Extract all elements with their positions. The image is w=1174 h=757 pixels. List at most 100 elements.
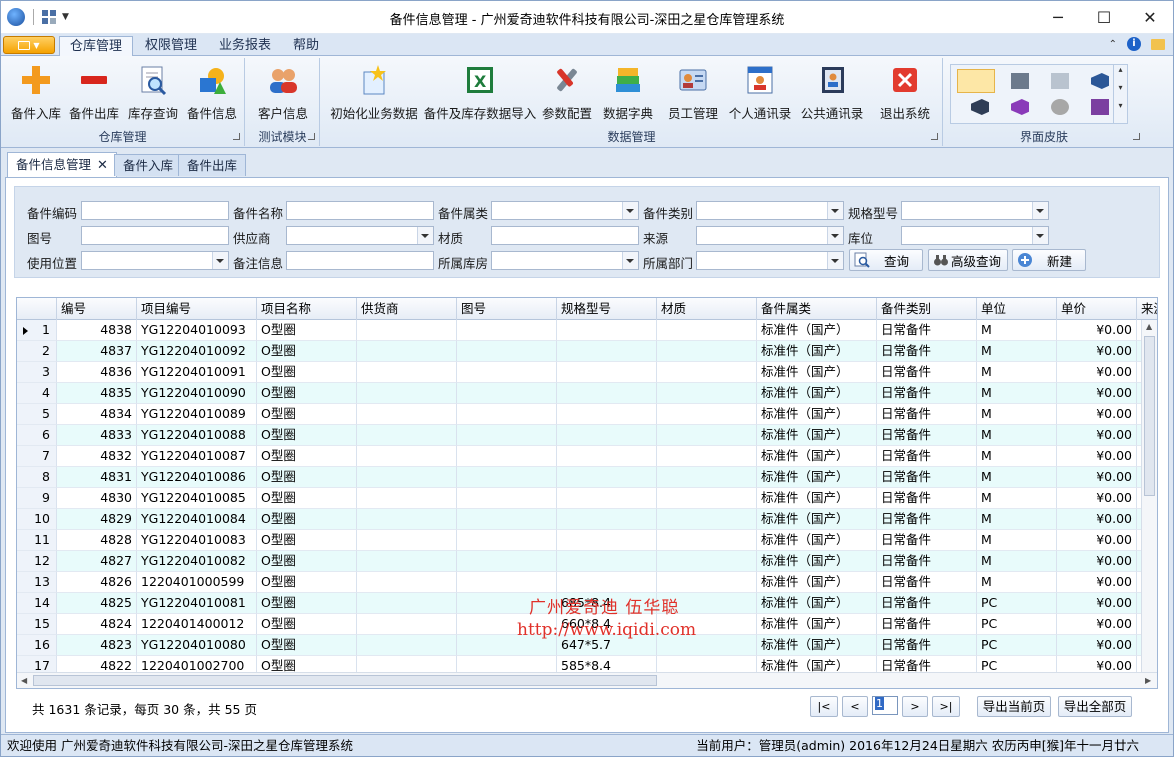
skin-office-blue[interactable] — [957, 69, 995, 93]
cell-id[interactable]: 4826 — [57, 572, 137, 593]
cell-spec[interactable] — [557, 404, 657, 425]
table-row[interactable]: 11 4828 YG12204010083 O型圈 标准件（国产） 日常备件 M ¥0.00 — [17, 530, 1157, 551]
first-page-button[interactable]: |< — [810, 696, 838, 717]
tab-help[interactable]: 帮助 — [283, 36, 329, 57]
cell-project-name[interactable]: O型圈 — [257, 635, 357, 656]
skin-office-black[interactable] — [1011, 73, 1029, 89]
vertical-scroll-thumb[interactable] — [1144, 336, 1155, 496]
cell-project-name[interactable]: O型圈 — [257, 341, 357, 362]
cell-price[interactable]: ¥0.00 — [1057, 467, 1137, 488]
cell-belong[interactable]: 标准件（国产） — [757, 383, 877, 404]
skin-office-silver[interactable] — [1051, 73, 1069, 89]
cell-category[interactable]: 日常备件 — [877, 320, 977, 341]
cell-project-name[interactable]: O型圈 — [257, 446, 357, 467]
personal-contacts-button[interactable]: 个人通讯录 — [727, 62, 793, 122]
cell-material[interactable] — [657, 320, 757, 341]
cell-drawing[interactable] — [457, 446, 557, 467]
dept-select[interactable] — [696, 251, 844, 270]
cell-spec[interactable] — [557, 530, 657, 551]
cell-unit[interactable]: M — [977, 425, 1057, 446]
skin-vs-purple[interactable] — [1011, 99, 1029, 115]
cell-id[interactable]: 4831 — [57, 467, 137, 488]
cell-id[interactable]: 4830 — [57, 488, 137, 509]
cell-unit[interactable]: PC — [977, 614, 1057, 635]
cell-project-name[interactable]: O型圈 — [257, 320, 357, 341]
row-number[interactable]: 9 — [17, 488, 57, 509]
row-number[interactable]: 1 — [17, 320, 57, 341]
cell-project-name[interactable]: O型圈 — [257, 551, 357, 572]
row-number[interactable]: 13 — [17, 572, 57, 593]
skin-metro[interactable] — [1091, 99, 1109, 115]
cell-price[interactable]: ¥0.00 — [1057, 341, 1137, 362]
cell-material[interactable] — [657, 425, 757, 446]
cell-category[interactable]: 日常备件 — [877, 446, 977, 467]
cell-material[interactable] — [657, 467, 757, 488]
col-header-belong[interactable]: 备件属类 — [757, 298, 877, 320]
col-header-spec[interactable]: 规格型号 — [557, 298, 657, 320]
cell-project-code[interactable]: YG12204010089 — [137, 404, 257, 425]
doc-tab-part-info[interactable]: 备件信息管理 ✕ — [7, 152, 117, 177]
table-row[interactable]: 10 4829 YG12204010084 O型圈 标准件（国产） 日常备件 M ¥0.00 — [17, 509, 1157, 530]
cell-material[interactable] — [657, 404, 757, 425]
stock-out-button[interactable]: 备件出库 — [67, 62, 121, 122]
col-header-material[interactable]: 材质 — [657, 298, 757, 320]
cell-id[interactable]: 4824 — [57, 614, 137, 635]
cell-unit[interactable]: M — [977, 320, 1057, 341]
cell-drawing[interactable] — [457, 488, 557, 509]
cell-belong[interactable]: 标准件（国产） — [757, 635, 877, 656]
cell-project-code[interactable]: YG12204010087 — [137, 446, 257, 467]
cell-supplier[interactable] — [357, 467, 457, 488]
cell-material[interactable] — [657, 509, 757, 530]
cell-material[interactable] — [657, 446, 757, 467]
cell-project-code[interactable]: YG12204010082 — [137, 551, 257, 572]
cell-supplier[interactable] — [357, 425, 457, 446]
col-header-source[interactable]: 来源 — [1137, 298, 1157, 320]
cell-project-code[interactable]: YG12204010080 — [137, 635, 257, 656]
cell-belong[interactable]: 标准件（国产） — [757, 509, 877, 530]
cell-project-name[interactable]: O型圈 — [257, 425, 357, 446]
info-icon[interactable]: i — [1127, 37, 1141, 51]
init-data-button[interactable]: 初始化业务数据 — [329, 62, 419, 122]
cell-material[interactable] — [657, 530, 757, 551]
collapse-ribbon-icon[interactable]: ⌃ — [1109, 39, 1117, 50]
cell-spec[interactable] — [557, 488, 657, 509]
page-number-input[interactable]: 1 — [872, 696, 898, 715]
cell-project-name[interactable]: O型圈 — [257, 530, 357, 551]
cell-unit[interactable]: M — [977, 362, 1057, 383]
cell-category[interactable]: 日常备件 — [877, 530, 977, 551]
cell-category[interactable]: 日常备件 — [877, 404, 977, 425]
cell-spec[interactable] — [557, 320, 657, 341]
row-number[interactable]: 2 — [17, 341, 57, 362]
cell-id[interactable]: 4832 — [57, 446, 137, 467]
cell-unit[interactable]: M — [977, 509, 1057, 530]
vertical-scrollbar[interactable]: ▲ — [1141, 320, 1157, 673]
cell-spec[interactable] — [557, 341, 657, 362]
cell-category[interactable]: 日常备件 — [877, 383, 977, 404]
cell-project-code[interactable]: YG12204010091 — [137, 362, 257, 383]
stock-in-button[interactable]: 备件入库 — [9, 62, 63, 122]
location-select[interactable] — [901, 226, 1049, 245]
cell-supplier[interactable] — [357, 530, 457, 551]
part-info-button[interactable]: 备件信息 — [185, 62, 239, 122]
cell-belong[interactable]: 标准件（国产） — [757, 341, 877, 362]
cell-spec[interactable] — [557, 572, 657, 593]
material-input[interactable] — [491, 226, 639, 245]
public-contacts-button[interactable]: 公共通讯录 — [799, 62, 865, 122]
table-row[interactable]: 6 4833 YG12204010088 O型圈 标准件（国产） 日常备件 M ¥0.00 — [17, 425, 1157, 446]
row-number[interactable]: 12 — [17, 551, 57, 572]
cell-drawing[interactable] — [457, 383, 557, 404]
cell-price[interactable]: ¥0.00 — [1057, 383, 1137, 404]
col-header-drawing[interactable]: 图号 — [457, 298, 557, 320]
cell-belong[interactable]: 标准件（国产） — [757, 530, 877, 551]
source-select[interactable] — [696, 226, 844, 245]
cell-id[interactable]: 4833 — [57, 425, 137, 446]
cell-id[interactable]: 4838 — [57, 320, 137, 341]
scroll-right-icon[interactable]: ▶ — [1145, 676, 1151, 685]
cell-category[interactable]: 日常备件 — [877, 467, 977, 488]
cell-project-code[interactable]: YG12204010093 — [137, 320, 257, 341]
cell-belong[interactable]: 标准件（国产） — [757, 488, 877, 509]
cell-belong[interactable]: 标准件（国产） — [757, 446, 877, 467]
cell-unit[interactable]: M — [977, 572, 1057, 593]
cell-material[interactable] — [657, 362, 757, 383]
cell-id[interactable]: 4836 — [57, 362, 137, 383]
